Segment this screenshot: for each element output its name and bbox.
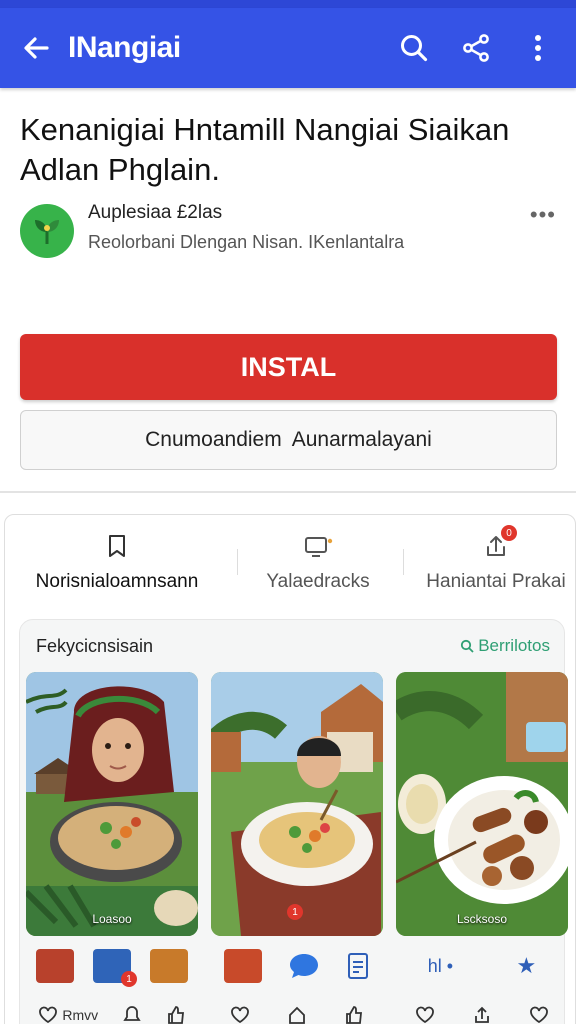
search-icon	[461, 639, 474, 653]
thumbnail[interactable]: 1	[92, 949, 137, 987]
like-button[interactable]: Rmvv	[38, 1006, 98, 1024]
screenshot-caption: Lscksoso	[456, 912, 508, 926]
leaf-logo-icon	[20, 204, 74, 258]
heart-icon[interactable]	[529, 1006, 549, 1024]
content-card: Norisnialoamnsann Yalaedracks 0 Hanianta…	[4, 514, 576, 1024]
share-button[interactable]	[452, 24, 500, 72]
more-vertical-icon	[535, 35, 541, 61]
bookmark-icon	[109, 535, 125, 557]
thumbnail[interactable]	[35, 949, 74, 983]
gallery-title: Fekycicnsisain	[36, 636, 154, 656]
more-options-button[interactable]	[514, 24, 562, 72]
screenshot-3[interactable]: Lscksoso	[396, 672, 568, 936]
thumbnail-row-3: hl • ★	[396, 946, 568, 986]
screenshot-image	[396, 672, 568, 936]
thumbnail[interactable]	[224, 949, 262, 983]
developer-row: Auplesiaa £2las Reolorbani Dlengan Nisan…	[20, 200, 560, 264]
tab-reviews[interactable]: 0 Haniantai Prakai	[415, 525, 576, 609]
bell-icon[interactable]	[123, 1005, 141, 1024]
notification-badge: 1	[120, 971, 137, 987]
developer-more-button[interactable]: •••	[530, 202, 556, 228]
app-bar-title: INangiai	[68, 31, 181, 64]
heart-icon[interactable]	[415, 1006, 435, 1024]
screenshot-image	[26, 672, 198, 936]
action-row-3	[396, 1000, 568, 1024]
app-title: Kenanigiai Hntamill Nangiai Siaikan Adla…	[20, 112, 510, 187]
tab-separator	[403, 549, 404, 575]
app-bar: INangiai	[0, 8, 576, 88]
document-icon[interactable]	[346, 952, 370, 980]
thumbs-up-icon[interactable]	[344, 1005, 364, 1024]
notification-badge: 1	[287, 904, 303, 920]
gallery-link-label: Berrilotos	[478, 636, 550, 655]
tab-tracks[interactable]: Yalaedracks	[233, 529, 403, 609]
divider	[0, 491, 576, 493]
action-row-1: Rmvv	[26, 1000, 198, 1024]
developer-name[interactable]: Auplesiaa £2las	[88, 202, 222, 224]
status-bar	[0, 0, 576, 8]
monitor-icon	[305, 537, 333, 557]
star-icon[interactable]: ★	[517, 953, 537, 979]
tab-label: Norisnialoamnsann	[35, 571, 199, 592]
screenshot-gallery: Fekycicnsisain Berrilotos Loasoo 1 Lscks…	[19, 619, 568, 1024]
install-button[interactable]: INSTAL	[20, 334, 557, 400]
stats-label: hl •	[427, 955, 454, 976]
search-button[interactable]	[390, 24, 438, 72]
share-icon	[463, 34, 489, 62]
screenshot-1[interactable]: Loasoo	[26, 672, 198, 936]
screenshot-image	[211, 672, 383, 936]
tab-label: Haniantai Prakai	[426, 571, 566, 592]
like-label: Rmvv	[62, 1007, 99, 1023]
screenshot-2[interactable]: 1	[211, 672, 383, 936]
tab-bar: Norisnialoamnsann Yalaedracks 0 Hanianta…	[5, 525, 576, 609]
app-subtitle: Reolorbani Dlengan Nisan. IKenlantalra	[88, 232, 405, 252]
upload-icon[interactable]	[472, 1005, 492, 1024]
back-button[interactable]	[16, 28, 56, 68]
chat-bubble-icon[interactable]	[288, 951, 320, 981]
tab-label: Yalaedracks	[266, 571, 370, 592]
heart-icon	[39, 1006, 58, 1024]
secondary-button[interactable]: Cnumoandiem Aunarmalayani	[20, 410, 557, 470]
screenshot-caption: Loasoo	[92, 912, 132, 926]
tab-overview[interactable]: Norisnialoamnsann	[17, 529, 217, 609]
heart-icon[interactable]	[230, 1006, 250, 1024]
search-icon	[401, 35, 428, 62]
thumbnail[interactable]	[150, 949, 189, 983]
thumbnail-row-1: 1	[26, 946, 198, 987]
gallery-link[interactable]: Berrilotos	[460, 636, 550, 656]
thumbnail-row-2	[211, 946, 383, 986]
action-row-2	[211, 1000, 383, 1024]
arrow-left-icon	[24, 37, 49, 59]
notification-badge: 0	[501, 525, 517, 541]
home-icon[interactable]	[287, 1005, 307, 1024]
thumbs-up-icon[interactable]	[166, 1005, 186, 1024]
